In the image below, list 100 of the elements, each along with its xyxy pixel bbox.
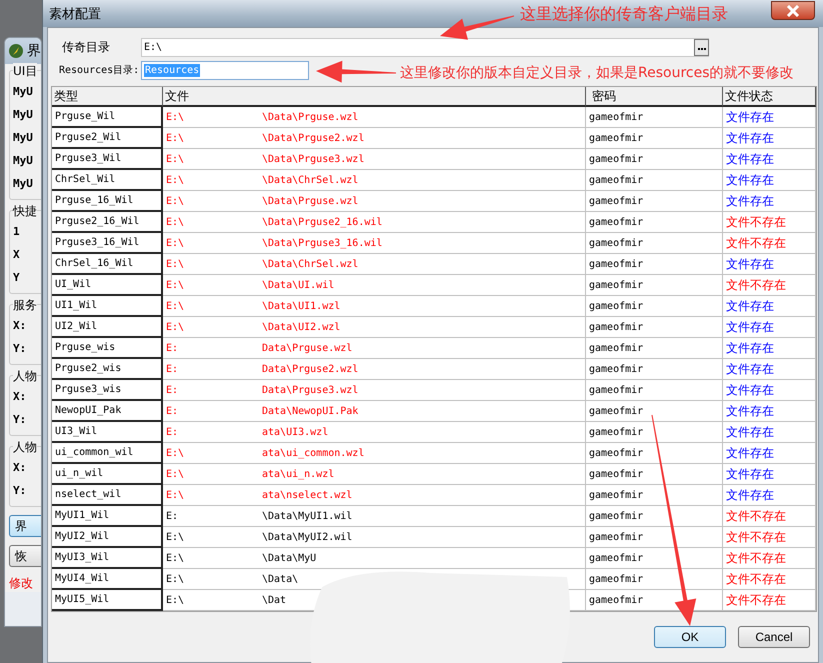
table-cell: ui_common_wil [52,443,163,464]
table-cell-text: E:\ [166,300,186,312]
close-button[interactable] [771,1,815,20]
status-cell: 文件存在 [723,317,816,338]
status-cell: 文件存在 [723,359,816,380]
table-cell: gameofmir [586,128,723,149]
table-cell: gameofmir [586,296,723,317]
annotation-text: 这里修改你的版本自定义目录，如果是Resources的就不要修改 [400,64,794,82]
group-label: 人物 [13,439,37,456]
status-cell: 文件不存在 [723,506,816,527]
table-cell: \Data\Prguse3.wzl [262,154,364,164]
table-cell: \Dat [262,594,286,606]
table-cell: Data\Prguse3.wzl [262,384,358,396]
arrow-icon [652,414,696,626]
field-label: 传奇目录 [61,38,111,56]
table-cell-text: E: [166,406,180,416]
column-header[interactable]: 文件状态 [723,87,816,107]
table-cell: NewopUI_Pak [52,401,163,422]
status-note: 修改 [9,575,33,592]
table-cell: \Data\MyUI2.wil [262,532,352,542]
table-cell-text: E:\ [166,468,186,480]
field-label: Y [13,270,20,286]
table-cell: gameofmir [586,191,723,212]
table-cell-text: E:\ [166,258,186,270]
table-cell: gameofmir [586,359,723,380]
group-label: 服务 [13,297,37,314]
table-cell: gameofmir [586,233,723,254]
column-header[interactable]: 密码 [586,87,723,107]
status-cell: 文件存在 [723,191,816,212]
table-cell: Data\Prguse2.wzl [262,364,358,374]
status-cell: 文件存在 [723,380,816,401]
status-cell: 文件不存在 [723,275,816,296]
directory-field[interactable]: E:\ [141,38,709,56]
window-title: 界 [27,42,41,60]
column-header[interactable]: 类型 [52,87,163,107]
table-cell: ata\nselect.wzl [262,490,352,500]
dialog-button[interactable]: Cancel [738,626,810,648]
table-cell-text: E: [166,426,180,438]
table-cell: UI3_Wil [52,422,163,443]
table-cell-text: E:\ [166,322,186,332]
table-cell: Prguse3_Wil [52,149,163,170]
table-cell-text: E: [166,510,180,522]
field-label: 1 [13,224,20,240]
table-cell: MyUI1_Wil [52,506,163,527]
status-cell: 文件存在 [723,149,816,170]
status-cell: 文件存在 [723,443,816,464]
field-label: MyU [13,130,33,146]
table-cell: \Data\Prguse2.wzl [262,132,364,144]
table-cell: \Data\MyU [262,552,316,564]
table-cell: UI2_Wil [52,317,163,338]
browse-button[interactable] [694,38,709,56]
table-cell: Prguse2_16_Wil [52,212,163,233]
status-cell: 文件存在 [723,401,816,422]
table-cell: gameofmir [586,380,723,401]
window-button[interactable]: 界 [9,515,41,537]
table-cell: \Data\Prguse3_16.wil [262,238,382,248]
table-cell: \Data\UI2.wzl [262,322,340,332]
table-cell: Prguse3_wis [52,380,163,401]
status-cell: 文件不存在 [723,233,816,254]
dialog-button[interactable]: OK [654,626,726,648]
table-cell: gameofmir [586,317,723,338]
table-cell-text: E: [166,384,180,396]
status-cell: 文件不存在 [723,527,816,548]
table-cell: \Data\Prguse.wzl [262,112,358,122]
table-cell-text: E:\ [166,448,186,458]
table-cell-text: E:\ [166,238,186,248]
status-cell: 文件不存在 [723,548,816,569]
status-cell: 文件存在 [723,464,816,485]
table-cell: nselect_wil [52,485,163,506]
field-label: X: [13,460,26,476]
status-cell: 文件不存在 [723,590,816,611]
status-cell: 文件存在 [723,254,816,275]
group-label: 快捷 [13,203,37,220]
table-cell: ata\ui_common.wzl [262,448,364,458]
field-label: Y: [13,483,26,499]
table-cell: \Data\ChrSel.wzl [262,174,358,186]
status-cell: 文件存在 [723,422,816,443]
table-cell: MyUI4_Wil [52,569,163,590]
table-cell-text: E:\ [166,216,186,228]
window-button[interactable]: 恢 [9,545,41,567]
status-cell: 文件存在 [723,485,816,506]
table-cell-text: E:\ [166,532,186,542]
table-cell: ChrSel_16_Wil [52,254,163,275]
app-icon [8,43,24,59]
arrow-icon [440,16,514,40]
field-label: X: [13,318,26,334]
table-cell: MyUI5_Wil [52,590,163,611]
table-cell: UI1_Wil [52,296,163,317]
column-header[interactable]: 文件 [163,87,586,107]
table-cell: \Data\MyUI1.wil [262,510,352,522]
table-cell: UI_Wil [52,275,163,296]
table-cell: \Data\Prguse.wzl [262,196,358,206]
table-cell-text: E:\ [166,196,186,206]
table-cell: ata\UI3.wzl [262,426,328,438]
table-cell: ata\ui_n.wzl [262,468,334,480]
table-cell-text: E:\ [166,280,186,290]
table-cell: Data\Prguse.wzl [262,342,352,354]
table-cell: gameofmir [586,212,723,233]
field-label: MyU [13,176,33,192]
table-cell: Prguse3_16_Wil [52,233,163,254]
